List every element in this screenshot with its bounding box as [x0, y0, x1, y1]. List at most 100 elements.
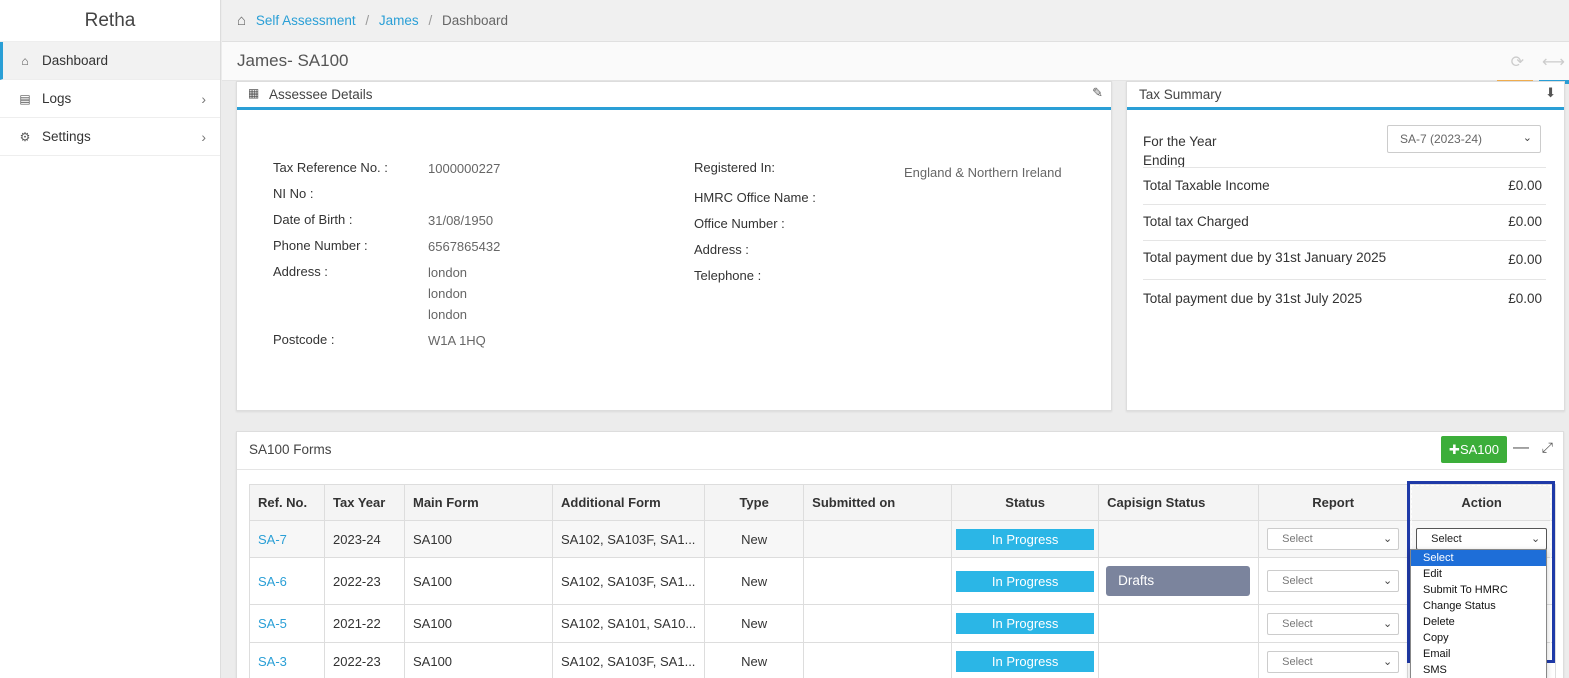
- panel-header: SA100 Forms ✚SA100 — ⤢: [237, 432, 1563, 470]
- year-label: For the Year Ending: [1143, 132, 1217, 170]
- tax-summary-row: Total tax Charged £0.00: [1143, 214, 1546, 241]
- sidebar-item-dashboard[interactable]: ⌂ Dashboard: [0, 42, 220, 80]
- panel-header: ▦ Assessee Details ✎: [237, 82, 1111, 110]
- dropdown-option-edit[interactable]: Edit: [1411, 566, 1546, 582]
- ref-link[interactable]: SA-5: [258, 616, 287, 631]
- home-icon: ⌂: [21, 54, 29, 68]
- chevron-down-icon: ⌄: [1530, 533, 1541, 545]
- detail-value: W1A 1HQ: [428, 333, 486, 348]
- table-cell: SA100: [404, 604, 553, 643]
- header-actions: ⟳ ⟷: [1511, 52, 1569, 72]
- tax-row-label: Total payment due by 31st July 2025: [1143, 291, 1363, 306]
- action-select[interactable]: Select ⌄: [1416, 528, 1548, 550]
- breadcrumb-james[interactable]: James: [379, 13, 419, 28]
- dropdown-option-change-status[interactable]: Change Status: [1411, 598, 1546, 614]
- table-cell: New: [704, 520, 805, 558]
- ref-link[interactable]: SA-3: [258, 654, 287, 669]
- table-cell: 2022-23: [324, 642, 405, 678]
- tax-year-select[interactable]: SA-7 (2023-24) ⌄: [1387, 125, 1541, 153]
- breadcrumb-self-assessment[interactable]: Self Assessment: [256, 13, 356, 28]
- home-icon[interactable]: ⌂: [237, 12, 246, 29]
- column-header[interactable]: Type: [704, 484, 805, 521]
- dropdown-option-delete[interactable]: Delete: [1411, 614, 1546, 630]
- chevron-down-icon: ⌄: [1382, 655, 1393, 668]
- table-cell: SA100: [404, 520, 553, 558]
- sidebar-item-logs[interactable]: ▤ Logs ›: [0, 80, 220, 118]
- table-cell: [803, 520, 953, 558]
- column-header[interactable]: Report: [1258, 484, 1409, 521]
- sidebar: Retha ⌂ Dashboard ▤ Logs › ⚙ Settings ›: [0, 0, 221, 678]
- add-sa100-button[interactable]: ✚SA100: [1441, 436, 1507, 463]
- table-cell: SA102, SA101, SA10...: [551, 604, 706, 643]
- assessee-details-panel: ▦ Assessee Details ✎ Tax Reference No. :…: [236, 81, 1112, 411]
- swap-icon[interactable]: ⟷: [1542, 54, 1565, 71]
- report-select[interactable]: Select ⌄: [1267, 612, 1400, 635]
- table-cell: SA100: [404, 642, 553, 678]
- column-header[interactable]: Ref. No.: [249, 484, 325, 521]
- action-select-value: Select: [1431, 533, 1462, 545]
- building-icon: ▦: [248, 86, 260, 100]
- sidebar-item-settings[interactable]: ⚙ Settings ›: [0, 118, 220, 156]
- table-cell: New: [704, 642, 805, 678]
- dropdown-option-select[interactable]: Select: [1411, 550, 1546, 566]
- column-header[interactable]: Additional Form: [551, 484, 706, 521]
- panel-header: Tax Summary ⬇: [1127, 82, 1564, 110]
- year-label-line: For the Year: [1143, 134, 1217, 149]
- tax-row-value: £0.00: [1508, 291, 1542, 306]
- detail-label: Registered In:: [694, 160, 775, 175]
- sa100-forms-table: Ref. No. Tax Year Main Form Additional F…: [249, 484, 1557, 678]
- tax-row-label: Total tax Charged: [1143, 214, 1249, 229]
- column-header[interactable]: Main Form: [404, 484, 553, 521]
- detail-value: london: [428, 307, 468, 322]
- report-select[interactable]: Select ⌄: [1267, 528, 1400, 550]
- column-header[interactable]: Action: [1407, 484, 1557, 521]
- report-select[interactable]: Select ⌄: [1267, 650, 1400, 673]
- refresh-icon[interactable]: ⟳: [1511, 54, 1524, 71]
- column-header[interactable]: Status: [951, 484, 1100, 521]
- detail-label: Postcode :: [273, 332, 335, 347]
- page-header: James- SA100 ⟳ ⟷: [222, 42, 1569, 81]
- column-header[interactable]: Submitted on: [803, 484, 953, 521]
- report-select-value: Select: [1282, 617, 1313, 630]
- detail-label: Office Number :: [694, 216, 785, 231]
- tax-summary-row: Total Taxable Income £0.00: [1143, 178, 1546, 205]
- detail-value: london: [428, 265, 468, 280]
- sa100-forms-panel: SA100 Forms ✚SA100 — ⤢ Ref. No. Tax Year…: [236, 431, 1564, 678]
- table-cell: 2023-24: [324, 520, 405, 558]
- divider: [1143, 167, 1546, 168]
- dropdown-option-submit-to-hmrc[interactable]: Submit To HMRC: [1411, 582, 1546, 598]
- table-row: SA-5 2021-22 SA100 SA102, SA101, SA10...…: [249, 604, 1557, 643]
- detail-label: Address :: [273, 264, 328, 279]
- table-cell: New: [704, 604, 805, 643]
- dropdown-option-copy[interactable]: Copy: [1411, 630, 1546, 646]
- tax-row-label: Total payment due by 31st January 2025: [1143, 250, 1387, 265]
- column-header[interactable]: Capisign Status: [1098, 484, 1260, 521]
- sidebar-item-label: Settings: [42, 129, 91, 144]
- ref-link[interactable]: SA-7: [258, 532, 287, 547]
- tax-summary-row: Total payment due by 31st January 2025 £…: [1143, 250, 1546, 280]
- tax-summary-panel: Tax Summary ⬇ For the Year Ending SA-7 (…: [1126, 81, 1565, 411]
- report-select-value: Select: [1282, 575, 1313, 587]
- edit-icon[interactable]: ✎: [1092, 85, 1103, 101]
- chevron-right-icon: ›: [201, 129, 206, 145]
- minimize-icon[interactable]: —: [1513, 439, 1529, 457]
- ref-link[interactable]: SA-6: [258, 574, 287, 589]
- expand-icon[interactable]: ⤢: [1542, 439, 1553, 456]
- column-header[interactable]: Tax Year: [324, 484, 405, 521]
- tax-year-value: SA-7 (2023-24): [1400, 132, 1483, 146]
- detail-value: 31/08/1950: [428, 213, 494, 228]
- report-select[interactable]: Select ⌄: [1267, 570, 1400, 592]
- file-icon: ▤: [19, 92, 31, 106]
- chevron-down-icon: ⌄: [1382, 617, 1393, 630]
- table-row: SA-7 2023-24 SA100 SA102, SA103F, SA1...…: [249, 520, 1557, 558]
- detail-label: NI No :: [273, 186, 314, 201]
- tax-row-label: Total Taxable Income: [1143, 178, 1270, 193]
- tax-row-value: £0.00: [1508, 252, 1542, 267]
- breadcrumb-separator: /: [365, 13, 370, 28]
- download-icon[interactable]: ⬇: [1545, 85, 1556, 101]
- dropdown-option-email[interactable]: Email: [1411, 646, 1546, 662]
- breadcrumb-separator: /: [428, 13, 433, 28]
- table-cell: [803, 642, 953, 678]
- dropdown-option-sms[interactable]: SMS: [1411, 662, 1546, 678]
- table-row: SA-6 2022-23 SA100 SA102, SA103F, SA1...…: [249, 557, 1557, 605]
